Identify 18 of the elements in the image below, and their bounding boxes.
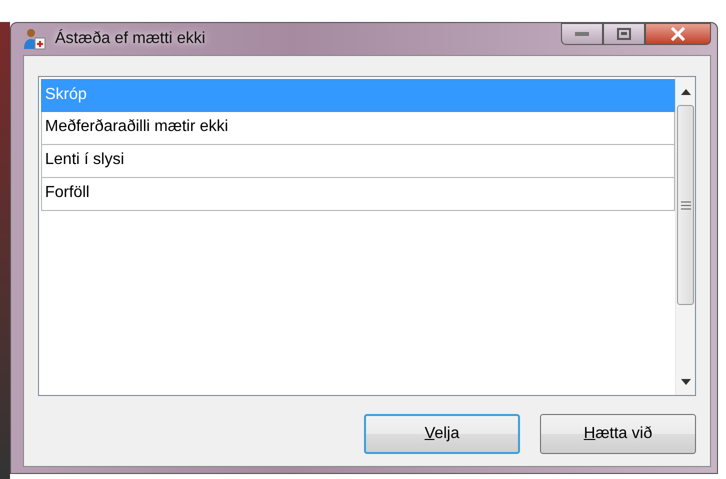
maximize-icon (617, 28, 631, 40)
scrollbar-thumb[interactable] (677, 105, 694, 305)
scrollbar[interactable] (675, 77, 695, 395)
list-item[interactable]: Lenti í slysi (41, 145, 675, 178)
list-item[interactable]: Forföll (41, 178, 675, 211)
close-icon (670, 27, 686, 41)
dialog-button[interactable]: Hætta við (540, 414, 696, 454)
minimize-icon (575, 32, 589, 36)
minimize-button[interactable] (561, 23, 603, 45)
close-button[interactable] (645, 23, 711, 45)
grip-icon (680, 200, 690, 210)
maximize-button[interactable] (603, 23, 645, 45)
list-item[interactable]: Meðferðaraðilli mætir ekki (41, 112, 675, 145)
person-icon (23, 27, 47, 51)
window-title: Ástæða ef mætti ekki (55, 28, 206, 49)
scroll-up-icon (680, 89, 690, 95)
dialog-button[interactable]: Velja (364, 414, 520, 454)
scroll-down-icon (680, 379, 690, 385)
